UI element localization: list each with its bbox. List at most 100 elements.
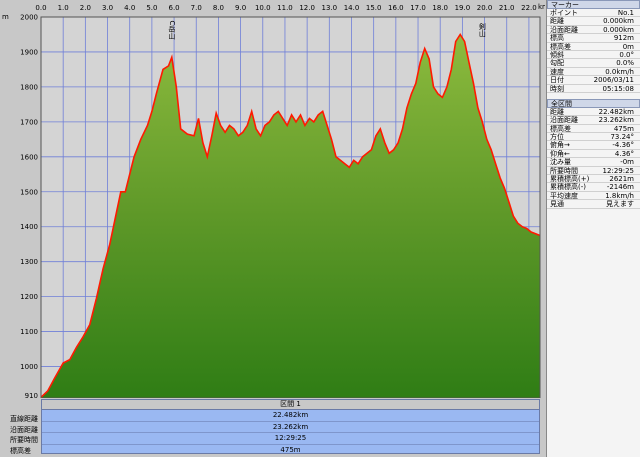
y-tick-label: 1000 bbox=[20, 363, 38, 371]
panel-key: 標高差 bbox=[550, 124, 571, 133]
x-tick-label: 17.0 bbox=[410, 4, 426, 12]
panel-value: 05:15:08 bbox=[602, 84, 634, 93]
x-unit-label: km bbox=[538, 3, 545, 11]
panel-value: 475m bbox=[613, 124, 634, 133]
elevation-chart: 0.0 1.0 2.0 3.0 4.0 5.0 6.0 7.0 8.0 9.0 10.0 11.0 12… bbox=[2, 3, 545, 399]
x-tick-label: 18.0 bbox=[432, 4, 448, 12]
x-tick-label: 1.0 bbox=[58, 4, 69, 12]
y-axis: 1000 1100 1200 1300 1400 1500 1600 1700 1800 1900… bbox=[20, 14, 38, 399]
y-tick-label: 1700 bbox=[20, 118, 38, 126]
panel-key: 時刻 bbox=[550, 84, 564, 93]
marker-row: 速度 0.0km/h bbox=[547, 67, 640, 77]
x-tick-label: 6.0 bbox=[168, 4, 179, 12]
x-tick-label: 7.0 bbox=[191, 4, 202, 12]
y-tick-label: 1800 bbox=[20, 83, 38, 91]
y-tick-label: 1100 bbox=[20, 328, 38, 336]
x-axis: 0.0 1.0 2.0 3.0 4.0 5.0 6.0 7.0 8.0 9.0 10.0 11.0 12… bbox=[35, 4, 536, 12]
x-tick-label: 5.0 bbox=[146, 4, 157, 12]
marker-row: 沿面距離 0.000km bbox=[547, 25, 640, 35]
x-tick-label: 16.0 bbox=[388, 4, 404, 12]
summary-value: 22.482km bbox=[42, 410, 539, 422]
panel-value: 0m bbox=[622, 42, 634, 51]
x-tick-label: 10.0 bbox=[255, 4, 271, 12]
panel-value: -4.36° bbox=[612, 141, 634, 150]
panel-key: 標高 bbox=[550, 34, 564, 43]
panel-value: 4.36° bbox=[614, 149, 634, 158]
panel-key: 沈み量 bbox=[550, 158, 571, 167]
panel-value: 0.0° bbox=[619, 50, 634, 59]
y-tick-label: 1900 bbox=[20, 48, 38, 56]
x-tick-label: 9.0 bbox=[235, 4, 246, 12]
marker-header: マーカー bbox=[547, 0, 640, 9]
panel-value: -0m bbox=[620, 158, 634, 167]
all-section-row: 平均速度 1.8km/h bbox=[547, 191, 640, 201]
y-unit-label: m bbox=[2, 13, 9, 21]
panel-key: 沿面距離 bbox=[550, 116, 578, 125]
x-tick-label: 3.0 bbox=[102, 4, 113, 12]
all-section-row: 沿面距離 23.262km bbox=[547, 116, 640, 125]
panel-value: 912m bbox=[613, 34, 634, 43]
y-min-label: 910 bbox=[25, 392, 38, 398]
panel-value: 1.8km/h bbox=[605, 191, 634, 200]
panel-key: 所要時間 bbox=[550, 166, 578, 175]
panel-value: 23.262km bbox=[598, 116, 634, 125]
panel-value: 73.24° bbox=[610, 133, 634, 142]
panel-value: 0.000km bbox=[603, 17, 634, 26]
y-tick-label: 1400 bbox=[20, 223, 38, 231]
all-section-row: 標高差 475m bbox=[547, 124, 640, 134]
peak-annotation: 剣山 bbox=[478, 23, 486, 38]
x-tick-label: 20.0 bbox=[477, 4, 493, 12]
panel-key: 標高差 bbox=[550, 42, 571, 51]
summary-labels: 直線距離 沿面距離 所要時間 標高差 bbox=[10, 414, 38, 456]
panel-value: 2006/03/11 bbox=[593, 76, 634, 85]
x-tick-label: 4.0 bbox=[124, 4, 135, 12]
panel-value: 見えます bbox=[606, 200, 634, 209]
summary-label: 標高差 bbox=[10, 446, 31, 455]
panel-value: 0.0km/h bbox=[605, 67, 634, 76]
all-section-row: 沈み量 -0m bbox=[547, 158, 640, 167]
info-panel: マーカー ポイント No.1 距離 0.000km 沿面距離 0.000km 標高 912m 標… bbox=[546, 0, 640, 457]
y-tick-label: 2000 bbox=[20, 14, 38, 22]
panel-key: 俯角→ bbox=[550, 141, 570, 150]
all-section-row: 俯角→ -4.36° bbox=[547, 141, 640, 150]
panel-key: 累積標高(-) bbox=[550, 183, 586, 192]
panel-value: 12:29:25 bbox=[602, 166, 634, 175]
x-tick-label: 2.0 bbox=[80, 4, 91, 12]
section-summary: 区間 1 22.482km 23.262km 12:29:25 475m bbox=[41, 399, 540, 454]
all-section-header: 全区間 bbox=[547, 98, 640, 108]
summary-value: 12:29:25 bbox=[42, 433, 539, 445]
marker-row: 標高 912m bbox=[547, 34, 640, 43]
x-tick-label: 12.0 bbox=[299, 4, 315, 12]
x-tick-label: 11.0 bbox=[277, 4, 293, 12]
marker-row: 標高差 0m bbox=[547, 43, 640, 51]
y-tick-label: 1500 bbox=[20, 188, 38, 196]
panel-value: No.1 bbox=[617, 9, 634, 17]
panel-value: 0.000km bbox=[603, 25, 634, 34]
all-section-row: 見通 見えます bbox=[547, 200, 640, 209]
x-tick-label: 19.0 bbox=[455, 4, 471, 12]
panel-key: 仰角← bbox=[550, 149, 570, 158]
x-tick-label: 14.0 bbox=[344, 4, 360, 12]
peak-annotation: C岳山 bbox=[168, 21, 176, 41]
panel-key: 平均速度 bbox=[550, 191, 578, 200]
summary-value: 475m bbox=[280, 445, 301, 454]
x-tick-label: 8.0 bbox=[213, 4, 224, 12]
x-tick-label: 22.0 bbox=[521, 4, 537, 12]
summary-label: 所要時間 bbox=[10, 436, 38, 444]
all-section-row: 仰角← 4.36° bbox=[547, 149, 640, 159]
summary-label: 沿面距離 bbox=[10, 425, 38, 434]
y-tick-label: 1200 bbox=[20, 293, 38, 301]
panel-value: 0.0% bbox=[616, 59, 634, 68]
marker-row: 勾配 0.0% bbox=[547, 59, 640, 68]
x-tick-label: 15.0 bbox=[366, 4, 382, 12]
panel-key: 日付 bbox=[550, 76, 564, 85]
all-section-row: 累積標高(-) -2146m bbox=[547, 183, 640, 192]
y-tick-label: 1600 bbox=[20, 153, 38, 161]
summary-value: 23.262km bbox=[42, 422, 539, 433]
panel-key: 勾配 bbox=[550, 59, 564, 68]
y-tick-label: 1300 bbox=[20, 258, 38, 266]
all-section-row: 所要時間 12:29:25 bbox=[547, 166, 640, 176]
panel-value: 22.482km bbox=[598, 107, 634, 116]
x-tick-label: 21.0 bbox=[499, 4, 515, 12]
panel-key: 見通 bbox=[550, 200, 564, 209]
